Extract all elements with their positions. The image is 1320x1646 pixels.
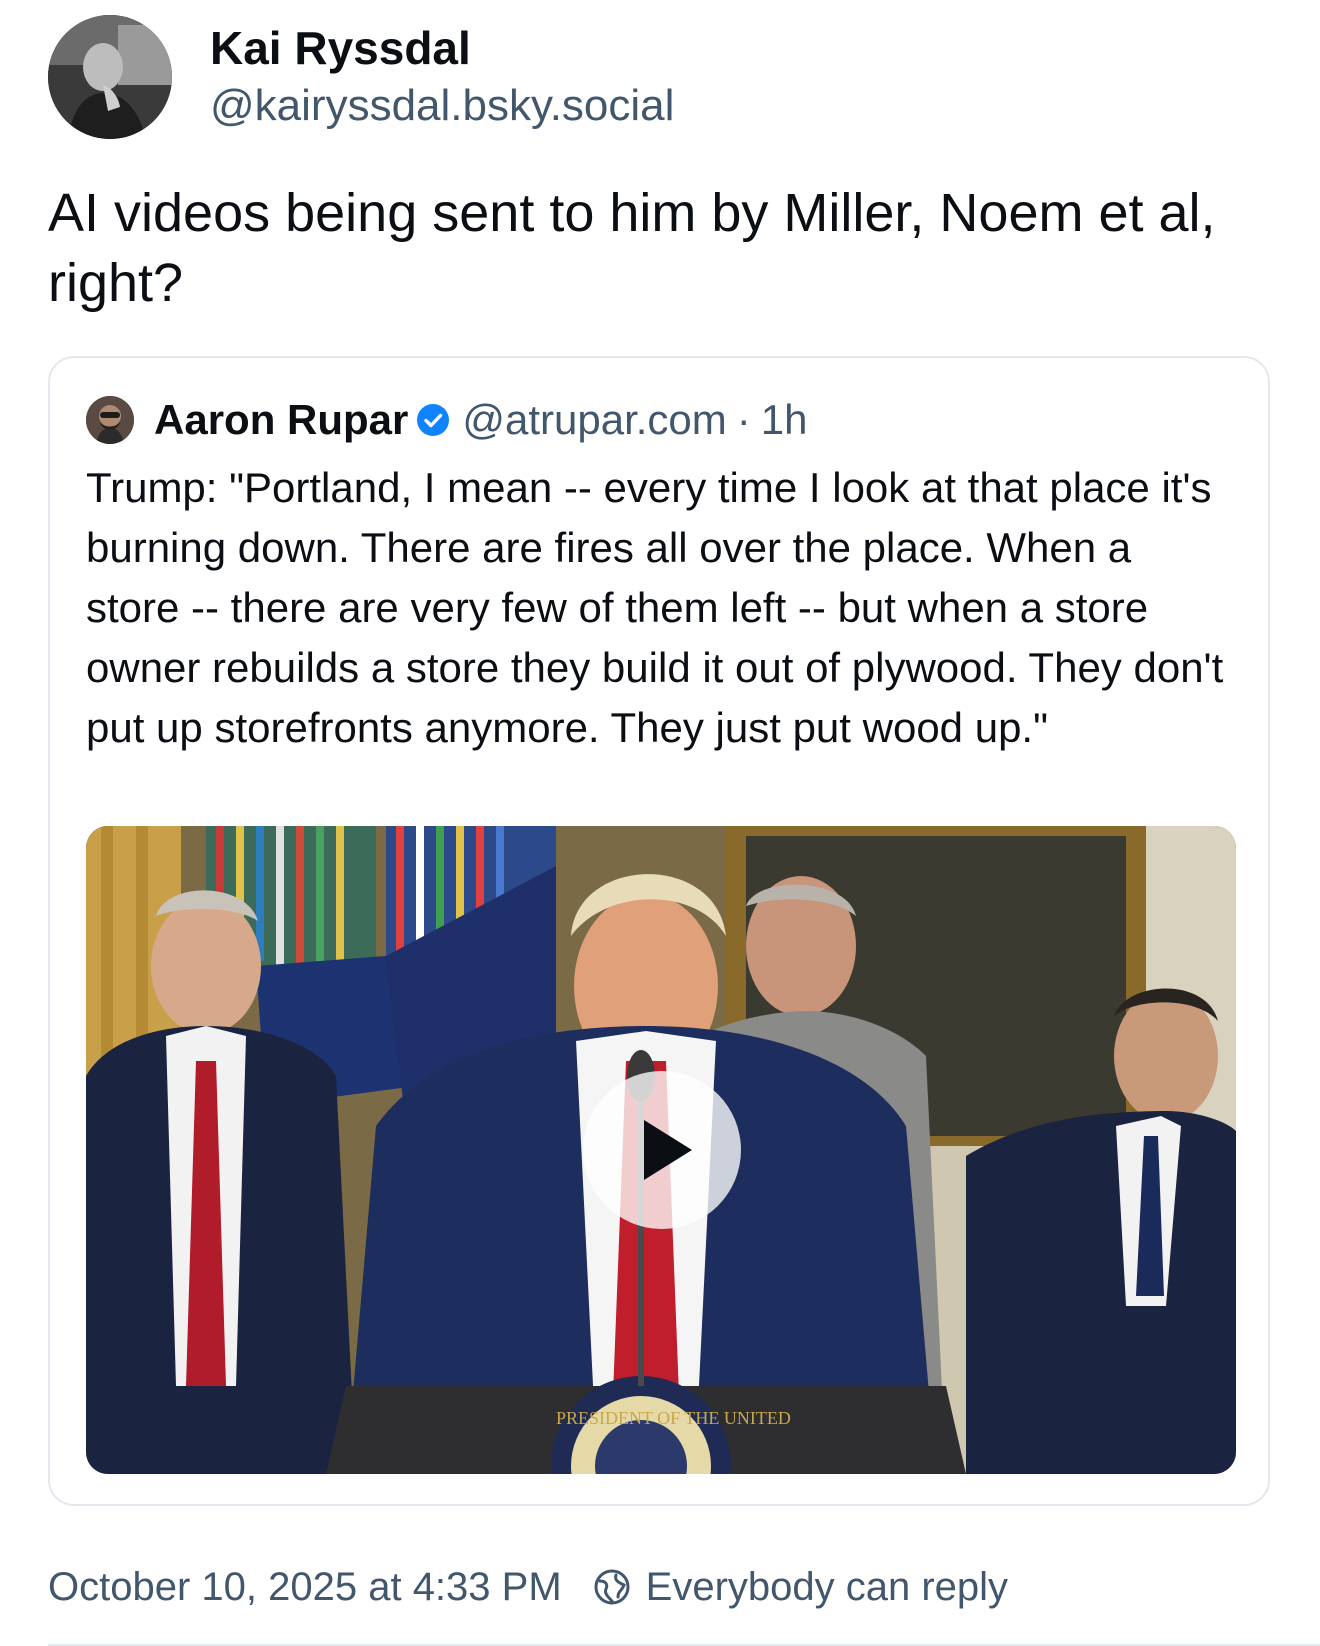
quoted-author-avatar[interactable] [86,396,134,444]
author-handle[interactable]: @kairyssdal.bsky.social [210,78,674,134]
post-footer: October 10, 2025 at 4:33 PM Everybody ca… [48,1552,1008,1622]
post: Kai Ryssdal @kairyssdal.bsky.social AI v… [0,0,1320,1646]
globe-icon [592,1567,632,1607]
quoted-post-text: Trump: "Portland, I mean -- every time I… [86,464,1224,751]
reply-setting[interactable]: Everybody can reply [592,1565,1008,1610]
author-display-name[interactable]: Kai Ryssdal [210,20,674,76]
play-button[interactable] [583,1071,741,1229]
quoted-author-display-name[interactable]: Aaron Rupar [154,396,408,444]
post-timestamp[interactable]: October 10, 2025 at 4:33 PM [48,1565,562,1610]
verified-badge-icon [416,403,450,437]
post-text: AI videos being sent to him by Miller, N… [48,183,1216,313]
quoted-post[interactable]: Aaron Rupar @atrupar.com · 1h Trump: "Po… [48,356,1270,1506]
quoted-post-time[interactable]: 1h [761,396,808,444]
quoted-author-handle[interactable]: @atrupar.com [462,396,726,444]
post-author[interactable]: Kai Ryssdal @kairyssdal.bsky.social [48,14,674,140]
reply-setting-label: Everybody can reply [645,1564,1009,1609]
video-player[interactable]: PRESIDENT OF THE UNITED [86,826,1236,1474]
author-avatar[interactable] [48,15,172,139]
podium-seal-text: PRESIDENT OF THE UNITED [556,1408,791,1428]
play-icon [644,1120,692,1180]
quoted-header-separator: · [736,396,751,443]
quoted-post-header: Aaron Rupar @atrupar.com · 1h [86,390,808,450]
